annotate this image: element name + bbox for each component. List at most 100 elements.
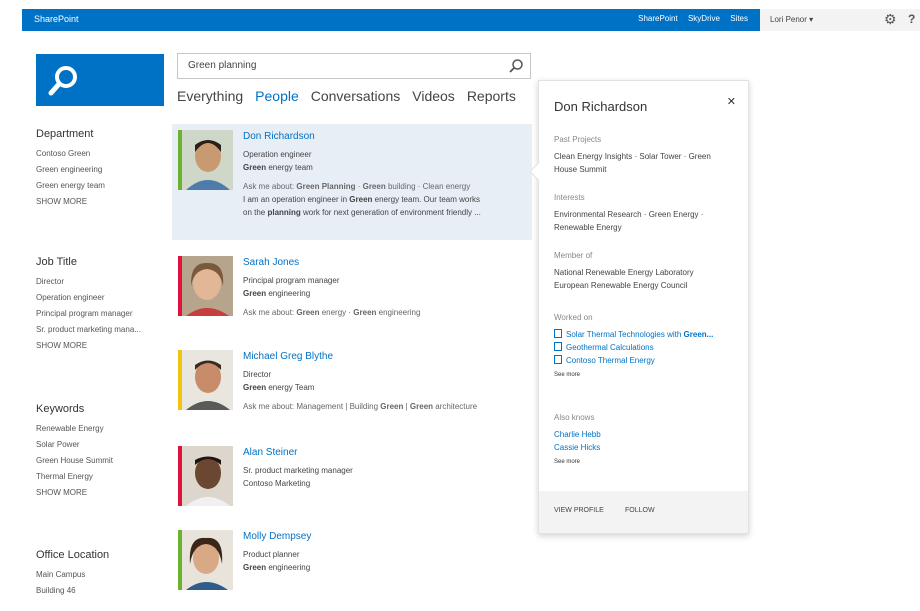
past-projects-line: Clean Energy Insights · Solar Tower · Gr… (554, 152, 711, 161)
person-name-link[interactable]: Alan Steiner (243, 446, 528, 459)
tab-conversations[interactable]: Conversations (311, 88, 401, 104)
person-name-link[interactable]: Sarah Jones (243, 256, 528, 269)
suite-links: SharePoint SkyDrive Sites (630, 14, 748, 23)
refiner-item[interactable]: Renewable Energy (36, 424, 113, 433)
ask-me-about: Ask me about: Management | Building Gree… (243, 402, 478, 411)
document-icon (554, 329, 562, 338)
search-logo-icon (48, 66, 77, 96)
tab-videos[interactable]: Videos (412, 88, 455, 104)
avatar (182, 530, 233, 590)
interests-line: Renewable Energy (554, 223, 622, 232)
people-result-don-richardson[interactable]: Don Richardson Operation engineer Green … (172, 124, 532, 240)
refiner-item[interactable]: Sr. product marketing mana... (36, 325, 141, 334)
search-box (177, 53, 531, 79)
job-title: Sr. product marketing manager (243, 466, 353, 475)
department: Green energy Team (243, 383, 315, 392)
brand-label[interactable]: SharePoint (34, 14, 79, 24)
search-verticals: Everything People Conversations Videos Repor… (177, 88, 528, 104)
document-icon (554, 342, 562, 351)
profile-photo (178, 256, 233, 316)
result-details: Alan Steiner Sr. product marketing manag… (243, 446, 528, 490)
close-icon[interactable]: ✕ (727, 95, 736, 108)
refiner-office-location: Office Location Main Campus Building 46 (36, 549, 109, 602)
search-center-logo (36, 54, 164, 106)
result-details: Molly Dempsey Product planner Green engi… (243, 530, 528, 574)
refiner-keywords: Keywords Renewable Energy Solar Power Gr… (36, 403, 113, 504)
job-title: Operation engineer (243, 150, 312, 159)
person-name-link[interactable]: Michael Greg Blythe (243, 350, 528, 363)
refiner-item[interactable]: Green engineering (36, 165, 105, 174)
refiner-show-more[interactable]: SHOW MORE (36, 197, 105, 206)
refiner-item[interactable]: Thermal Energy (36, 472, 113, 481)
worked-on-link[interactable]: Geothermal Calculations (554, 341, 739, 354)
refiner-title: Office Location (36, 549, 110, 561)
worked-on-label: Worked on (554, 313, 593, 322)
description-line-2: on the planning work for next generation… (243, 208, 481, 217)
gear-icon[interactable]: ⚙ (884, 11, 897, 28)
follow-button[interactable]: FOLLOW (625, 507, 655, 514)
also-knows-label: Also knows (554, 413, 595, 422)
refiner-item[interactable]: Operation engineer (36, 293, 141, 302)
user-menu[interactable]: Lori Penor ▾ (770, 15, 813, 24)
department: Green engineering (243, 563, 311, 572)
people-result-alan-steiner[interactable]: Alan Steiner Sr. product marketing manag… (172, 444, 532, 510)
profile-hover-card: Don Richardson ✕ Past Projects Clean Ene… (538, 80, 749, 534)
view-profile-button[interactable]: VIEW PROFILE (554, 507, 604, 514)
refiner-show-more[interactable]: SHOW MORE (36, 341, 141, 350)
job-title: Director (243, 370, 272, 379)
suite-link-skydrive[interactable]: SkyDrive (688, 14, 720, 23)
refiner-item[interactable]: Green House Summit (36, 456, 113, 465)
people-result-molly-dempsey[interactable]: Molly Dempsey Product planner Green engi… (172, 528, 532, 594)
profile-photo (178, 530, 233, 590)
refiner-item[interactable]: Green energy team (36, 181, 105, 190)
avatar (182, 256, 233, 316)
help-icon[interactable]: ? (908, 12, 915, 26)
department: Green energy team (243, 163, 313, 172)
people-result-michael-greg-blythe[interactable]: Michael Greg Blythe Director Green energ… (172, 346, 532, 418)
profile-photo (178, 130, 233, 190)
card-member-of: Member of National Renewable Energy Labo… (554, 249, 739, 292)
member-of-line: European Renewable Energy Council (554, 281, 688, 290)
card-person-name: Don Richardson (554, 99, 648, 114)
refiner-item[interactable]: Director (36, 277, 141, 286)
avatar (182, 130, 233, 190)
tab-reports[interactable]: Reports (467, 88, 516, 104)
tab-everything[interactable]: Everything (177, 88, 243, 104)
refiner-show-more[interactable]: SHOW MORE (36, 488, 113, 497)
people-result-sarah-jones[interactable]: Sarah Jones Principal program manager Gr… (172, 252, 532, 324)
suite-bar: SharePoint SharePoint SkyDrive Sites (22, 9, 760, 31)
profile-photo (178, 446, 233, 506)
past-projects-line: House Summit (554, 165, 607, 174)
member-of-label: Member of (554, 251, 593, 260)
refiner-item[interactable]: Contoso Green (36, 149, 105, 158)
colleague-link[interactable]: Cassie Hicks (554, 441, 739, 454)
refiner-item[interactable]: Principal program manager (36, 309, 141, 318)
see-more-link[interactable]: See more (554, 369, 739, 382)
result-details: Michael Greg Blythe Director Green energ… (243, 350, 528, 413)
person-name-link[interactable]: Molly Dempsey (243, 530, 528, 543)
refiner-item[interactable]: Solar Power (36, 440, 113, 449)
card-footer: VIEW PROFILE FOLLOW (539, 491, 748, 533)
colleague-link[interactable]: Charlie Hebb (554, 428, 739, 441)
document-icon (554, 355, 562, 364)
tab-people[interactable]: People (255, 88, 299, 104)
see-more-link[interactable]: See more (554, 456, 739, 469)
refiner-item[interactable]: Main Campus (36, 570, 109, 579)
department: Green engineering (243, 289, 311, 298)
description-line-1: I am an operation engineer in Green ener… (243, 195, 481, 204)
card-past-projects: Past Projects Clean Energy Insights · So… (554, 133, 739, 176)
suite-link-sharepoint[interactable]: SharePoint (638, 14, 678, 23)
worked-on-link[interactable]: Contoso Thermal Energy (554, 354, 739, 367)
worked-on-link[interactable]: Solar Thermal Technologies with Green... (554, 328, 739, 341)
avatar (182, 350, 233, 410)
search-input[interactable] (186, 59, 510, 72)
person-name-link[interactable]: Don Richardson (243, 130, 528, 143)
suite-link-sites[interactable]: Sites (730, 14, 748, 23)
result-details: Sarah Jones Principal program manager Gr… (243, 256, 528, 319)
job-title: Principal program manager (243, 276, 340, 285)
interests-line: Environmental Research · Green Energy · (554, 210, 704, 219)
card-interests: Interests Environmental Research · Green… (554, 191, 739, 234)
search-icon[interactable] (508, 58, 524, 74)
interests-label: Interests (554, 193, 585, 202)
refiner-item[interactable]: Building 46 (36, 586, 109, 595)
